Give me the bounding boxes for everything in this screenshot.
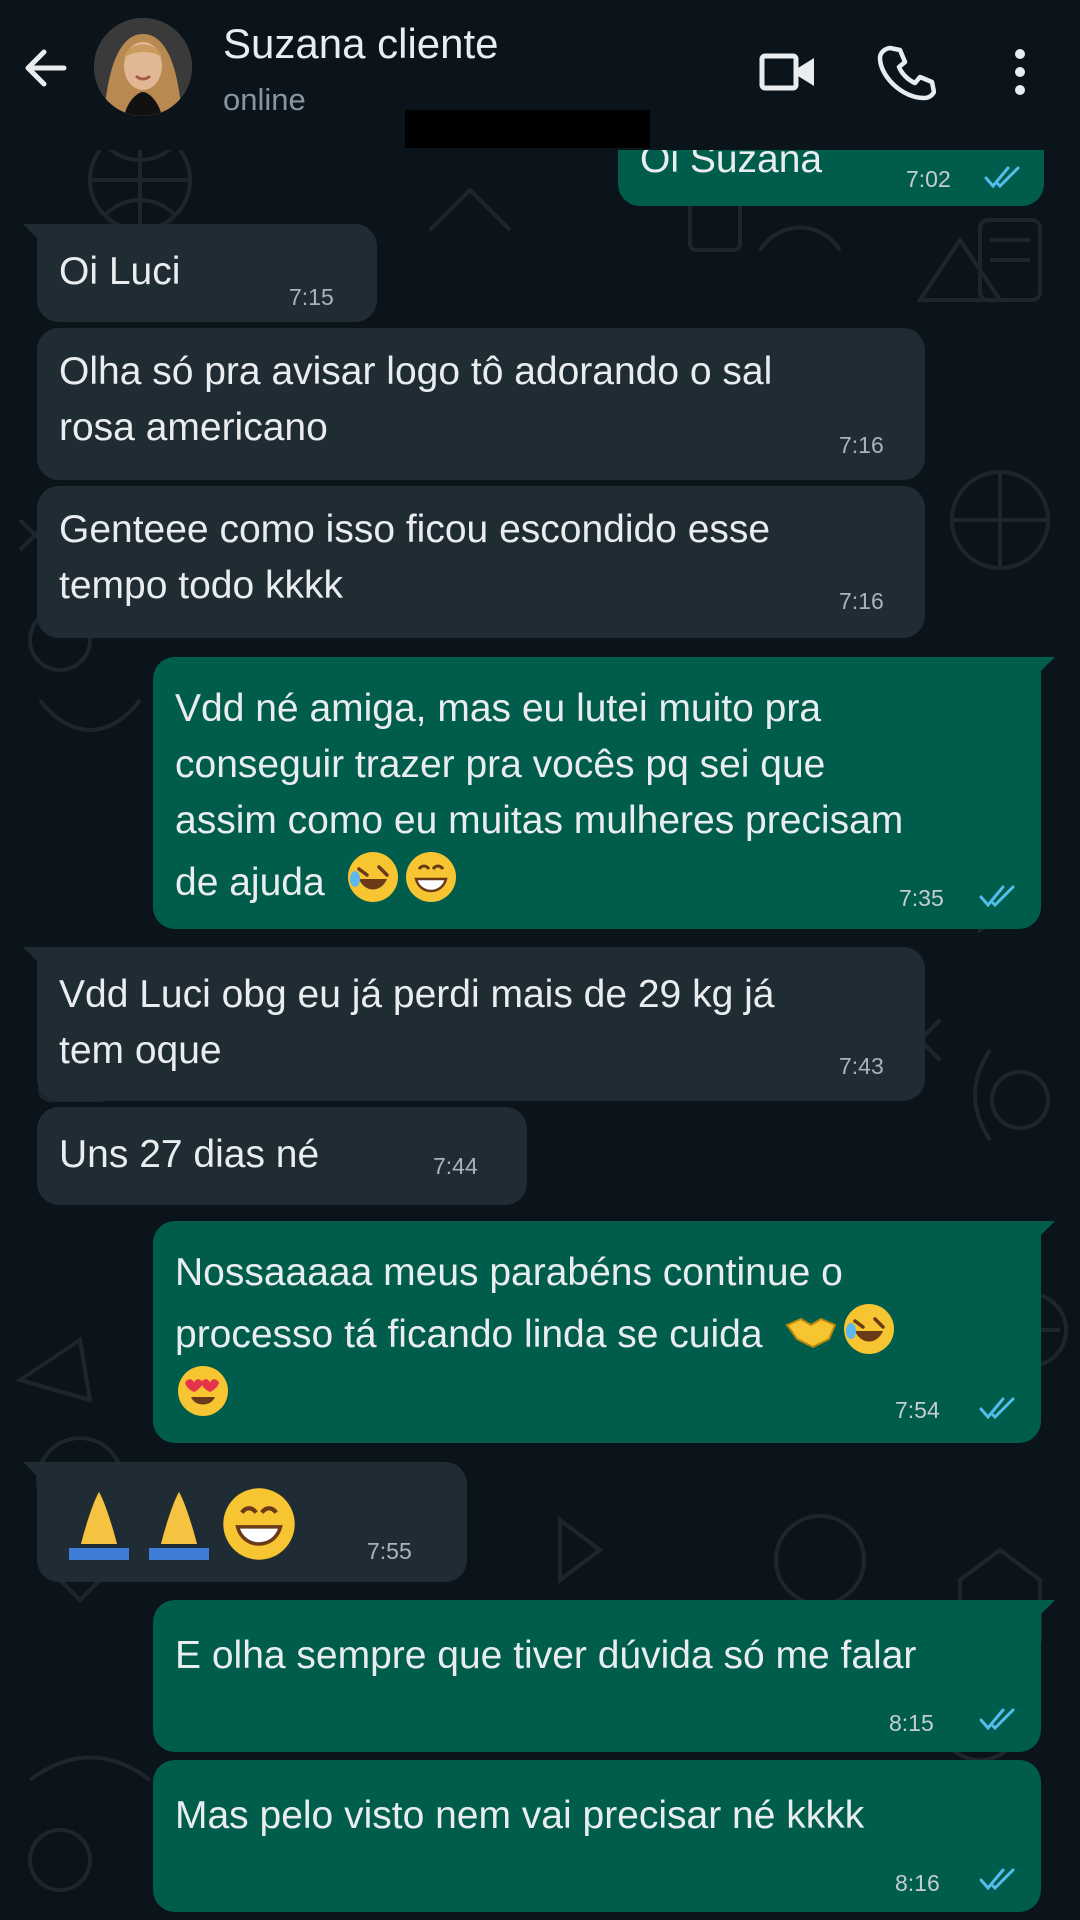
message-text: Vdd né amiga, mas eu lutei muito pra con… xyxy=(175,681,903,911)
message-line-text: processo tá ficando linda se cuida xyxy=(175,1313,763,1356)
message-line xyxy=(175,1363,899,1425)
message-line: Vdd Luci obg eu já perdi mais de 29 kg j… xyxy=(59,973,775,1016)
message-bubble-incoming[interactable]: Olha só pra avisar logo tô adorando o sa… xyxy=(37,328,925,480)
more-vertical-icon[interactable] xyxy=(1000,42,1060,102)
redaction-bar xyxy=(405,110,650,148)
message-time: 7:43 xyxy=(839,1053,884,1079)
avatar[interactable] xyxy=(94,18,192,116)
rolling-laughing-emoji xyxy=(844,1304,895,1354)
message-line: Vdd né amiga, mas eu lutei muito pra xyxy=(175,687,822,730)
contact-name[interactable]: Suzana cliente xyxy=(223,20,499,68)
message-line: assim como eu muitas mulheres precisam xyxy=(175,799,904,842)
message-text: Nossaaaaa meus parabéns continue o proce… xyxy=(175,1245,899,1425)
bubble-tail xyxy=(1039,657,1055,673)
grinning-emoji xyxy=(406,852,457,902)
message-text: Genteee como isso ficou escondido esse t… xyxy=(59,502,770,614)
message-bubble-outgoing[interactable]: E olha sempre que tiver dúvida só me fal… xyxy=(153,1600,1055,1752)
message-text: E olha sempre que tiver dúvida só me fal… xyxy=(175,1634,917,1677)
bubble-tail xyxy=(1039,1221,1055,1237)
arrow-left-icon[interactable] xyxy=(18,40,74,96)
message-text xyxy=(59,1484,299,1580)
message-time: 7:02 xyxy=(906,166,951,192)
rolling-laughing-emoji xyxy=(348,852,399,902)
message-text: Mas pelo visto nem vai precisar né kkkk xyxy=(175,1794,865,1837)
read-receipt-icon xyxy=(979,1708,1015,1731)
message-line: conseguir trazer pra vocês pq sei que xyxy=(175,743,826,786)
message-text: Oi Luci xyxy=(59,250,181,293)
video-call-icon[interactable] xyxy=(758,42,818,102)
message-time: 8:16 xyxy=(895,1870,940,1896)
message-bubble-outgoing[interactable]: Vdd né amiga, mas eu lutei muito pra con… xyxy=(153,657,1055,929)
message-time: 7:44 xyxy=(433,1153,478,1179)
message-line: tempo todo kkkk xyxy=(59,564,343,607)
message-text: Olha só pra avisar logo tô adorando o sa… xyxy=(59,344,772,456)
message-line: Nossaaaaa meus parabéns continue o xyxy=(175,1251,843,1294)
message-time: 7:54 xyxy=(895,1397,940,1423)
message-bubble-incoming[interactable]: Oi Luci 7:15 xyxy=(23,224,377,322)
bubble-tail xyxy=(23,1462,39,1478)
message-time: 7:35 xyxy=(899,885,944,911)
message-line: Genteee como isso ficou escondido esse xyxy=(59,508,771,551)
read-receipt-icon xyxy=(984,166,1020,189)
read-receipt-icon xyxy=(979,885,1015,908)
phone-icon[interactable] xyxy=(876,42,936,102)
message-text: Uns 27 dias né xyxy=(59,1133,320,1176)
message-bubble-outgoing[interactable]: Mas pelo visto nem vai precisar né kkkk … xyxy=(153,1760,1041,1912)
heart-eyes-emoji xyxy=(178,1366,228,1416)
bubble-tail xyxy=(1039,1600,1055,1616)
handshake-emoji xyxy=(785,1317,837,1349)
contact-photo xyxy=(94,18,192,116)
message-time: 7:15 xyxy=(289,284,334,310)
message-time: 8:15 xyxy=(889,1710,934,1736)
read-receipt-icon xyxy=(979,1868,1015,1891)
message-line: de ajuda xyxy=(175,849,903,911)
grinning-emoji xyxy=(223,1488,295,1560)
message-line: tem oque xyxy=(59,1029,222,1072)
message-text: Vdd Luci obg eu já perdi mais de 29 kg j… xyxy=(59,967,774,1079)
message-line: processo tá ficando linda se cuida xyxy=(175,1301,899,1363)
message-bubble-outgoing[interactable]: Nossaaaaa meus parabéns continue o proce… xyxy=(153,1221,1055,1443)
bubble-tail xyxy=(23,947,39,963)
bubble-tail xyxy=(23,224,39,240)
message-time: 7:16 xyxy=(839,432,884,458)
contact-status: online xyxy=(223,82,306,117)
message-line: rosa americano xyxy=(59,406,328,449)
folded-hands-emoji xyxy=(149,1492,209,1560)
folded-hands-emoji xyxy=(69,1492,129,1560)
message-bubble-incoming[interactable]: Genteee como isso ficou escondido esse t… xyxy=(37,486,925,638)
message-time: 7:16 xyxy=(839,588,884,614)
message-bubble-incoming[interactable]: Vdd Luci obg eu já perdi mais de 29 kg j… xyxy=(23,947,925,1101)
message-bubble-incoming[interactable]: Uns 27 dias né 7:44 xyxy=(37,1107,527,1205)
message-bubble-incoming[interactable]: 7:55 xyxy=(23,1462,467,1582)
message-line-text: de ajuda xyxy=(175,861,325,904)
message-line: Olha só pra avisar logo tô adorando o sa… xyxy=(59,350,773,393)
message-time: 7:55 xyxy=(367,1538,412,1564)
read-receipt-icon xyxy=(979,1397,1015,1420)
